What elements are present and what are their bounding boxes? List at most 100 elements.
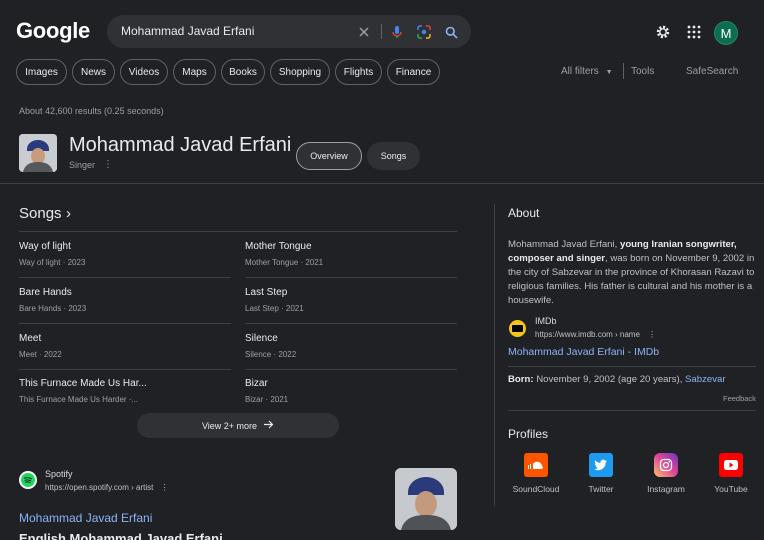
song-title: This Furnace Made Us Har...	[19, 378, 147, 389]
result-title-link[interactable]: Mohammad Javad Erfani	[19, 511, 152, 525]
song-item[interactable]: Bare Hands Bare Hands · 2023	[19, 287, 199, 313]
result-thumbnail[interactable]	[395, 468, 457, 530]
clear-icon[interactable]	[355, 23, 373, 41]
search-input[interactable]: Mohammad Javad Erfani	[121, 24, 254, 38]
header-divider	[0, 183, 764, 184]
profile-youtube[interactable]: YouTube	[701, 453, 761, 494]
tools-button[interactable]: Tools	[631, 66, 654, 77]
chip-books[interactable]: Books	[221, 59, 265, 85]
born-label: Born:	[508, 374, 534, 385]
lens-icon[interactable]	[415, 23, 433, 41]
instagram-icon	[654, 453, 678, 477]
about-text-part: Mohammad Javad Erfani,	[508, 239, 620, 250]
song-item[interactable]: Way of light Way of light · 2023	[19, 241, 199, 267]
tools-separator	[623, 63, 624, 79]
songs-divider	[19, 277, 231, 278]
feedback-link[interactable]: Feedback	[723, 394, 756, 403]
song-item[interactable]: Silence Silence · 2022	[245, 333, 425, 359]
song-title: Way of light	[19, 241, 71, 252]
account-avatar[interactable]: M	[714, 21, 738, 45]
more-options-icon[interactable]: ⋮	[648, 330, 656, 339]
song-title: Meet	[19, 333, 42, 344]
tab-songs[interactable]: Songs	[367, 142, 420, 170]
born-place-link[interactable]: Sabzevar	[685, 374, 726, 385]
songs-divider	[245, 369, 457, 370]
twitter-bird-icon	[589, 453, 613, 477]
safesearch-button[interactable]: SafeSearch	[686, 66, 738, 77]
results-count: About 42,600 results (0.25 seconds)	[19, 106, 164, 116]
result-url: https://open.spotify.com › artist ⋮	[45, 483, 169, 492]
source-link[interactable]: Mohammad Javad Erfani - IMDb	[508, 346, 659, 358]
chip-news[interactable]: News	[72, 59, 115, 85]
song-item[interactable]: Last Step Last Step · 2021	[245, 287, 425, 313]
chevron-right-icon[interactable]: ›	[66, 205, 71, 222]
chip-flights[interactable]: Flights	[335, 59, 382, 85]
born-value: November 9, 2002 (age 20 years),	[533, 374, 686, 385]
soundcloud-icon	[524, 453, 548, 477]
songs-heading[interactable]: Songs	[19, 205, 62, 222]
profile-twitter[interactable]: Twitter	[571, 453, 631, 494]
chip-images[interactable]: Images	[16, 59, 67, 85]
result-url-text: https://open.spotify.com › artist	[45, 483, 154, 492]
chip-videos[interactable]: Videos	[120, 59, 168, 85]
panel-divider	[508, 366, 756, 367]
profile-instagram[interactable]: Instagram	[636, 453, 696, 494]
view-more-label: View 2+ more	[201, 420, 258, 431]
result-site-name: Spotify	[45, 469, 73, 479]
source-name: IMDb	[535, 316, 557, 326]
view-more-button[interactable]: View 2+ more	[137, 413, 339, 438]
song-item[interactable]: Meet Meet · 2022	[19, 333, 199, 359]
song-item[interactable]: This Furnace Made Us Har... This Furnace…	[19, 378, 159, 404]
more-options-icon[interactable]: ⋮	[161, 483, 169, 492]
song-title: Silence	[245, 333, 278, 344]
search-divider	[381, 24, 382, 39]
chip-shopping[interactable]: Shopping	[270, 59, 330, 85]
microphone-icon[interactable]	[388, 23, 406, 41]
profile-label: YouTube	[714, 484, 748, 494]
result-snippet: English Mohammad Javad Erfani	[19, 531, 223, 540]
song-subtitle: Way of light · 2023	[19, 258, 86, 267]
songs-divider	[19, 323, 231, 324]
all-filters-label: All filters	[561, 66, 599, 77]
chip-maps[interactable]: Maps	[173, 59, 216, 85]
settings-gear-icon[interactable]	[653, 22, 673, 42]
songs-divider	[245, 277, 457, 278]
chip-finance[interactable]: Finance	[387, 59, 440, 85]
google-logo[interactable]: Google	[16, 18, 90, 44]
song-item[interactable]: Bizar Bizar · 2021	[245, 378, 425, 404]
song-title: Mother Tongue	[245, 241, 312, 252]
panel-divider	[494, 204, 495, 506]
songs-divider	[19, 231, 457, 232]
apps-grid-icon[interactable]	[684, 22, 704, 42]
song-subtitle: Bizar · 2021	[245, 395, 289, 404]
entity-photo[interactable]	[19, 134, 57, 172]
all-filters-button[interactable]: All filters ▼	[561, 66, 613, 77]
song-subtitle: Mother Tongue · 2021	[245, 258, 324, 267]
more-options-icon[interactable]: ⋮	[103, 159, 113, 170]
song-subtitle: Bare Hands · 2023	[19, 304, 87, 313]
about-heading: About	[508, 206, 540, 220]
entity-subtitle: Singer	[69, 160, 96, 170]
source-url-text: https://www.imdb.com › name	[535, 330, 640, 339]
profile-soundcloud[interactable]: SoundCloud	[506, 453, 566, 494]
song-title: Bizar	[245, 378, 268, 389]
entity-title: Mohammad Javad Erfani	[69, 134, 292, 156]
profile-label: SoundCloud	[512, 484, 560, 494]
song-subtitle: Silence · 2022	[245, 350, 297, 359]
arrow-right-icon	[263, 420, 274, 431]
song-item[interactable]: Mother Tongue Mother Tongue · 2021	[245, 241, 425, 267]
profile-label: Instagram	[647, 484, 685, 494]
youtube-play-icon	[719, 453, 743, 477]
source-url: https://www.imdb.com › name ⋮	[535, 330, 656, 339]
tab-overview[interactable]: Overview	[296, 142, 362, 170]
song-title: Last Step	[245, 287, 288, 298]
profiles-heading: Profiles	[508, 427, 549, 441]
imdb-favicon-icon	[509, 320, 526, 337]
profile-label: Twitter	[588, 484, 614, 494]
born-fact: Born: November 9, 2002 (age 20 years), S…	[508, 374, 726, 385]
search-box[interactable]: Mohammad Javad Erfani	[107, 15, 471, 48]
search-icon[interactable]	[442, 23, 460, 41]
song-title: Bare Hands	[19, 287, 72, 298]
song-subtitle: Meet · 2022	[19, 350, 62, 359]
song-subtitle: Last Step · 2021	[245, 304, 304, 313]
